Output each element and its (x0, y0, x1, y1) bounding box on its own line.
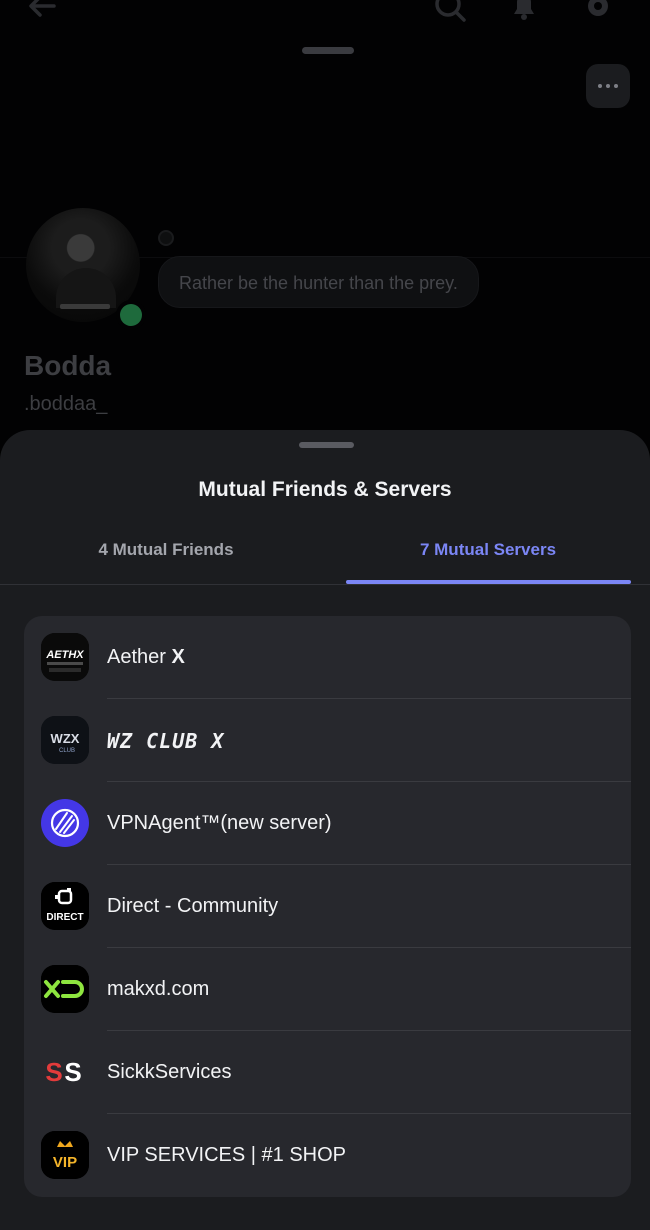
xd-logo-graphic (41, 965, 89, 1013)
svg-text:S: S (64, 1057, 81, 1087)
avatar-figure (56, 268, 116, 308)
mutual-server-list: AETHX Aether X WZX CLUB WZ CLUB X VPNAge… (24, 616, 631, 1197)
vpnagent-logo-graphic (41, 799, 89, 847)
aethx-logo-icon: AETHX (41, 633, 89, 681)
online-dot (120, 304, 142, 326)
vip-logo-icon: VIP (41, 1131, 89, 1179)
back-arrow-icon[interactable] (22, 0, 62, 26)
server-row-vip-services[interactable]: VIP VIP SERVICES | #1 SHOP (24, 1114, 631, 1197)
svg-text:S: S (45, 1057, 62, 1087)
server-name: SickkServices (107, 1061, 232, 1083)
aethx-logo-graphic: AETHX (41, 633, 89, 681)
ss-logo-icon: S S (41, 1048, 89, 1096)
custom-status-bubble[interactable]: Rather be the hunter than the prey. (158, 256, 479, 308)
server-row-direct-community[interactable]: DIRECT Direct - Community (24, 865, 631, 948)
direct-logo-graphic: DIRECT (41, 882, 89, 930)
tab-divider (0, 584, 650, 585)
server-row-vpnagent[interactable]: VPNAgent™(new server) (24, 782, 631, 865)
sheet-title: Mutual Friends & Servers (198, 478, 452, 501)
server-name: makxd.com (107, 978, 210, 1000)
wzx-logo-graphic: WZX CLUB (41, 716, 89, 764)
svg-text:CLUB: CLUB (59, 748, 75, 754)
svg-text:WZX: WZX (51, 731, 80, 746)
server-name: Aether X (107, 646, 185, 668)
sheet-drag-handle[interactable] (299, 442, 354, 448)
drag-handle[interactable] (302, 47, 354, 54)
vpnagent-logo-icon (41, 799, 89, 847)
server-name: WZ CLUB X (107, 728, 225, 753)
username: .boddaa_ (24, 393, 108, 415)
xd-logo-icon (41, 965, 89, 1013)
dot-icon (598, 84, 602, 88)
tab-mutual-friends[interactable]: 4 Mutual Friends (0, 540, 332, 560)
svg-text:DIRECT: DIRECT (46, 912, 83, 923)
direct-logo-icon: DIRECT (41, 882, 89, 930)
server-row-aether-x[interactable]: AETHX Aether X (24, 616, 631, 699)
wzx-club-logo-icon: WZX CLUB (41, 716, 89, 764)
more-options-button[interactable] (586, 64, 630, 108)
dot-icon (614, 84, 618, 88)
server-name: Direct - Community (107, 895, 279, 917)
server-name: VIP SERVICES | #1 SHOP (107, 1144, 347, 1166)
svg-text:VIP: VIP (53, 1154, 77, 1171)
bell-icon[interactable] (504, 0, 544, 26)
ss-logo-graphic: S S (45, 1057, 81, 1087)
server-name: VPNAgent™(new server) (107, 812, 332, 834)
server-row-wz-club-x[interactable]: WZX CLUB WZ CLUB X (24, 699, 631, 782)
gear-icon[interactable] (578, 0, 618, 26)
tab-mutual-servers[interactable]: 7 Mutual Servers (346, 540, 630, 560)
status-bubble-tail (158, 230, 174, 246)
avatar-desk (60, 304, 110, 309)
vip-logo-graphic: VIP (41, 1131, 89, 1179)
svg-text:AETHX: AETHX (45, 649, 84, 661)
online-status-indicator (116, 300, 146, 330)
mutuals-sheet: Mutual Friends & Servers 4 Mutual Friend… (0, 430, 650, 1230)
search-icon[interactable] (430, 0, 470, 26)
display-name: Bodda (24, 350, 112, 381)
server-row-makxd[interactable]: makxd.com (24, 948, 631, 1031)
dot-icon (606, 84, 610, 88)
server-row-sickkservices[interactable]: S S SickkServices (24, 1031, 631, 1114)
